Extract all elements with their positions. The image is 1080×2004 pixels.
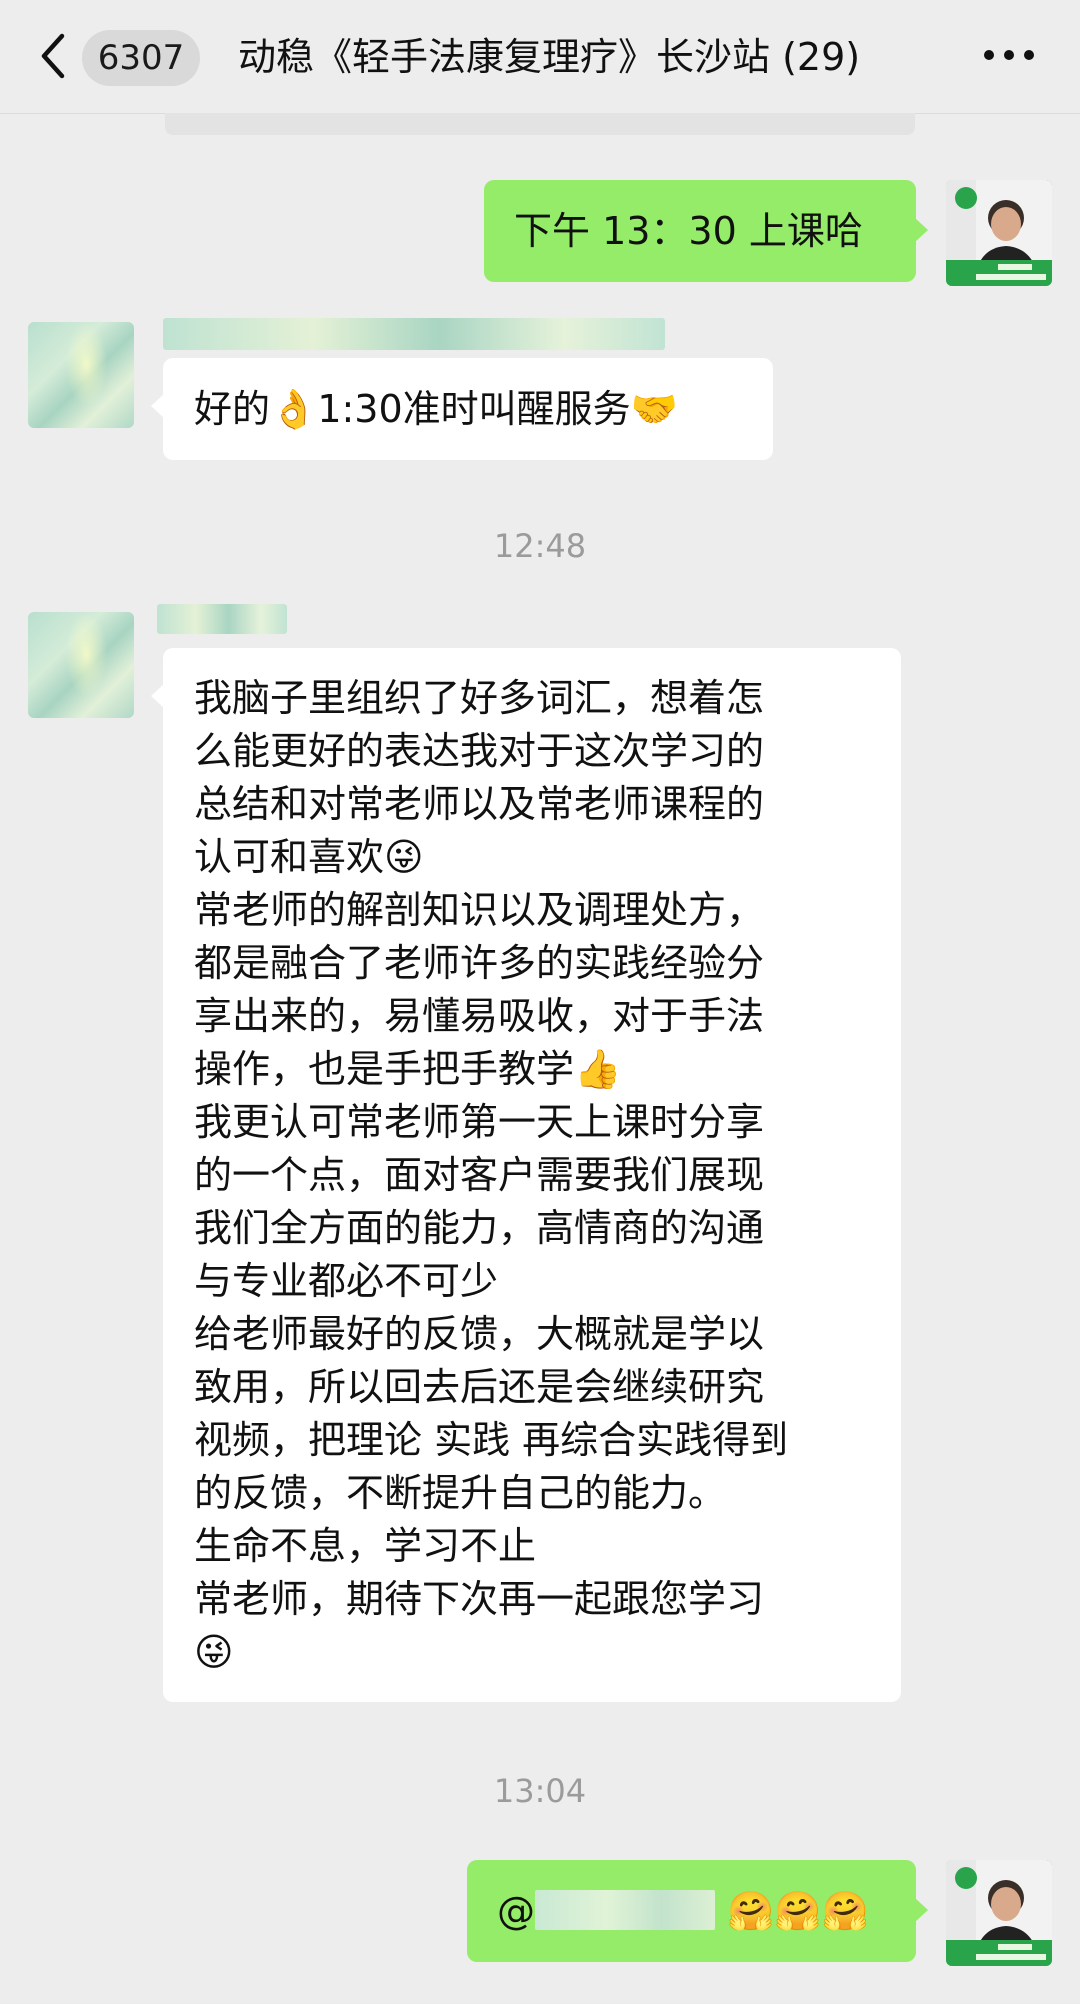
mention-prefix: @ xyxy=(497,1889,535,1933)
message-line: 认可和喜欢😜 xyxy=(194,835,424,879)
message-bubble-self[interactable]: 下午 13：30 上课哈 xyxy=(484,180,928,282)
timestamp: 13:04 xyxy=(493,1772,587,1810)
message-line: 操作，也是手把手教学👍 xyxy=(194,1047,622,1091)
message-line: 我更认可常老师第一天上课时分享 xyxy=(194,1100,765,1144)
message-line: 与专业都必不可少 xyxy=(194,1259,499,1303)
member-avatar[interactable] xyxy=(28,322,134,428)
self-avatar[interactable] xyxy=(946,1860,1052,1966)
message-line: 我们全方面的能力，高情商的沟通 xyxy=(194,1206,765,1250)
message-line: 视频，把理论 实践 再综合实践得到 xyxy=(194,1418,789,1462)
message-line: 的反馈，不断提升自己的能力。 xyxy=(194,1471,727,1515)
chevron-left-icon[interactable] xyxy=(34,30,74,82)
teacher-photo-icon xyxy=(946,1860,1052,1966)
message-line: 生命不息，学习不止 xyxy=(194,1524,537,1568)
message-line: 常老师，期待下次再一起跟您学习 xyxy=(194,1577,765,1621)
message-line: 致用，所以回去后还是会继续研究 xyxy=(194,1365,765,1409)
message-text: 下午 13：30 上课哈 xyxy=(514,209,863,253)
message-line: 给老师最好的反馈，大概就是学以 xyxy=(194,1312,765,1356)
timestamp: 12:48 xyxy=(493,527,587,565)
message-bubble-other-long[interactable]: 我脑子里组织了好多词汇，想着怎 么能更好的表达我对于这次学习的 总结和对常老师以… xyxy=(151,648,901,1702)
message-text: 好的👌1:30准时叫醒服务🤝 xyxy=(194,387,678,431)
self-avatar[interactable] xyxy=(946,180,1052,286)
sender-name-blurred xyxy=(157,604,287,634)
message-line: 享出来的，易懂易吸收，对于手法 xyxy=(194,994,765,1038)
message-line: 都是融合了老师许多的实践经验分 xyxy=(194,941,765,985)
sender-name-blurred xyxy=(163,318,665,350)
teacher-photo-icon xyxy=(946,180,1052,286)
message-line: 的一个点，面对客户需要我们展现 xyxy=(194,1153,765,1197)
member-avatar[interactable] xyxy=(28,612,134,718)
mentioned-user-blurred[interactable] xyxy=(535,1890,715,1930)
chat-title: 动稳《轻手法康复理疗》长沙站 (29) xyxy=(238,35,861,79)
message-line: 😜 xyxy=(194,1630,234,1674)
message-line: 常老师的解剖知识以及调理处方， xyxy=(194,888,765,932)
message-bubble-self-mention[interactable]: @ 🤗🤗🤗 xyxy=(467,1860,928,1962)
previous-message-bubble-edge xyxy=(165,113,915,135)
ellipsis-icon[interactable] xyxy=(984,46,1034,66)
message-line: 我脑子里组织了好多词汇，想着怎 xyxy=(194,676,765,720)
message-line: 么能更好的表达我对于这次学习的 xyxy=(194,729,765,773)
message-line: 总结和对常老师以及常老师课程的 xyxy=(194,782,765,826)
hug-emoji-icon: 🤗🤗🤗 xyxy=(727,1889,870,1933)
message-bubble-other[interactable]: 好的👌1:30准时叫醒服务🤝 xyxy=(151,358,773,460)
chat-header: 6307 动稳《轻手法康复理疗》长沙站 (29) xyxy=(0,0,1080,114)
unread-count-badge[interactable]: 6307 xyxy=(82,30,200,86)
